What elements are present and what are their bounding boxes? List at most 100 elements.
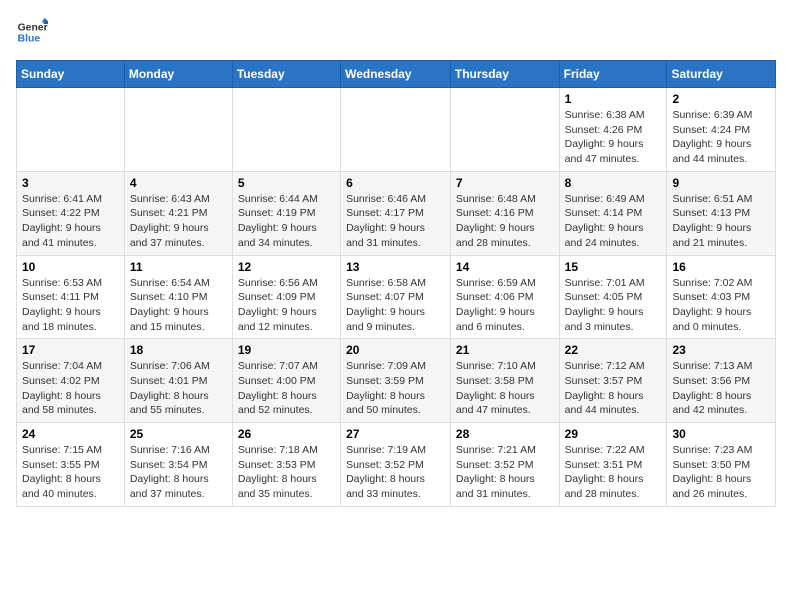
day-cell: 14 Sunrise: 6:59 AM Sunset: 4:06 PM Dayli… <box>450 255 559 339</box>
day-cell: 27 Sunrise: 7:19 AM Sunset: 3:52 PM Dayli… <box>341 423 451 507</box>
day-info: Sunrise: 6:44 AM Sunset: 4:19 PM Dayligh… <box>238 192 335 251</box>
day-cell <box>232 88 340 172</box>
week-row-2: 3Sunrise: 6:41 AM Sunset: 4:22 PM Daylig… <box>17 171 776 255</box>
calendar-table: SundayMondayTuesdayWednesdayThursdayFrid… <box>16 60 776 507</box>
day-info: Sunrise: 7:18 AM Sunset: 3:53 PM Dayligh… <box>238 443 335 502</box>
day-cell: 9 Sunrise: 6:51 AM Sunset: 4:13 PM Daylig… <box>667 171 776 255</box>
day-cell: 6Sunrise: 6:46 AM Sunset: 4:17 PM Daylig… <box>341 171 451 255</box>
logo: General Blue <box>16 16 48 48</box>
day-cell: 20 Sunrise: 7:09 AM Sunset: 3:59 PM Dayli… <box>341 339 451 423</box>
day-info: Sunrise: 6:38 AM Sunset: 4:26 PM Dayligh… <box>565 108 662 167</box>
day-cell: 28 Sunrise: 7:21 AM Sunset: 3:52 PM Dayli… <box>450 423 559 507</box>
day-cell: 10 Sunrise: 6:53 AM Sunset: 4:11 PM Dayli… <box>17 255 125 339</box>
logo-icon: General Blue <box>16 16 48 48</box>
day-number: 30 <box>672 427 770 441</box>
column-header-monday: Monday <box>124 61 232 88</box>
day-info: Sunrise: 6:59 AM Sunset: 4:06 PM Dayligh… <box>456 276 554 335</box>
day-cell: 19 Sunrise: 7:07 AM Sunset: 4:00 PM Dayli… <box>232 339 340 423</box>
day-number: 27 <box>346 427 445 441</box>
day-info: Sunrise: 6:41 AM Sunset: 4:22 PM Dayligh… <box>22 192 119 251</box>
column-header-thursday: Thursday <box>450 61 559 88</box>
day-info: Sunrise: 7:13 AM Sunset: 3:56 PM Dayligh… <box>672 359 770 418</box>
day-cell: 3Sunrise: 6:41 AM Sunset: 4:22 PM Daylig… <box>17 171 125 255</box>
day-info: Sunrise: 6:51 AM Sunset: 4:13 PM Dayligh… <box>672 192 770 251</box>
day-number: 28 <box>456 427 554 441</box>
day-number: 10 <box>22 260 119 274</box>
day-cell <box>450 88 559 172</box>
day-number: 16 <box>672 260 770 274</box>
day-number: 11 <box>130 260 227 274</box>
day-cell <box>17 88 125 172</box>
day-cell: 23 Sunrise: 7:13 AM Sunset: 3:56 PM Dayli… <box>667 339 776 423</box>
day-cell: 21Sunrise: 7:10 AM Sunset: 3:58 PM Dayli… <box>450 339 559 423</box>
day-number: 21 <box>456 343 554 357</box>
day-info: Sunrise: 7:22 AM Sunset: 3:51 PM Dayligh… <box>565 443 662 502</box>
column-header-saturday: Saturday <box>667 61 776 88</box>
day-number: 22 <box>565 343 662 357</box>
day-cell: 5 Sunrise: 6:44 AM Sunset: 4:19 PM Daylig… <box>232 171 340 255</box>
svg-text:Blue: Blue <box>18 34 41 45</box>
header-row: SundayMondayTuesdayWednesdayThursdayFrid… <box>17 61 776 88</box>
day-info: Sunrise: 7:09 AM Sunset: 3:59 PM Dayligh… <box>346 359 445 418</box>
day-info: Sunrise: 7:07 AM Sunset: 4:00 PM Dayligh… <box>238 359 335 418</box>
day-cell: 4Sunrise: 6:43 AM Sunset: 4:21 PM Daylig… <box>124 171 232 255</box>
day-number: 1 <box>565 92 662 106</box>
day-cell: 26 Sunrise: 7:18 AM Sunset: 3:53 PM Dayli… <box>232 423 340 507</box>
day-number: 25 <box>130 427 227 441</box>
column-header-sunday: Sunday <box>17 61 125 88</box>
day-info: Sunrise: 7:19 AM Sunset: 3:52 PM Dayligh… <box>346 443 445 502</box>
day-info: Sunrise: 6:54 AM Sunset: 4:10 PM Dayligh… <box>130 276 227 335</box>
day-number: 8 <box>565 176 662 190</box>
header: General Blue <box>16 16 776 48</box>
day-cell: 18 Sunrise: 7:06 AM Sunset: 4:01 PM Dayli… <box>124 339 232 423</box>
day-cell: 11 Sunrise: 6:54 AM Sunset: 4:10 PM Dayli… <box>124 255 232 339</box>
day-cell: 17Sunrise: 7:04 AM Sunset: 4:02 PM Dayli… <box>17 339 125 423</box>
day-cell: 1 Sunrise: 6:38 AM Sunset: 4:26 PM Daylig… <box>559 88 667 172</box>
day-number: 5 <box>238 176 335 190</box>
day-cell: 24 Sunrise: 7:15 AM Sunset: 3:55 PM Dayli… <box>17 423 125 507</box>
day-number: 13 <box>346 260 445 274</box>
day-number: 4 <box>130 176 227 190</box>
day-cell: 8 Sunrise: 6:49 AM Sunset: 4:14 PM Daylig… <box>559 171 667 255</box>
day-cell: 22 Sunrise: 7:12 AM Sunset: 3:57 PM Dayli… <box>559 339 667 423</box>
day-number: 12 <box>238 260 335 274</box>
day-info: Sunrise: 6:46 AM Sunset: 4:17 PM Dayligh… <box>346 192 445 251</box>
day-number: 15 <box>565 260 662 274</box>
column-header-wednesday: Wednesday <box>341 61 451 88</box>
day-info: Sunrise: 6:53 AM Sunset: 4:11 PM Dayligh… <box>22 276 119 335</box>
day-cell <box>341 88 451 172</box>
day-info: Sunrise: 7:06 AM Sunset: 4:01 PM Dayligh… <box>130 359 227 418</box>
column-header-tuesday: Tuesday <box>232 61 340 88</box>
day-info: Sunrise: 6:56 AM Sunset: 4:09 PM Dayligh… <box>238 276 335 335</box>
day-cell: 30 Sunrise: 7:23 AM Sunset: 3:50 PM Dayli… <box>667 423 776 507</box>
day-info: Sunrise: 6:39 AM Sunset: 4:24 PM Dayligh… <box>672 108 770 167</box>
day-number: 19 <box>238 343 335 357</box>
day-number: 18 <box>130 343 227 357</box>
day-info: Sunrise: 6:49 AM Sunset: 4:14 PM Dayligh… <box>565 192 662 251</box>
day-cell: 16 Sunrise: 7:02 AM Sunset: 4:03 PM Dayli… <box>667 255 776 339</box>
day-cell: 15Sunrise: 7:01 AM Sunset: 4:05 PM Dayli… <box>559 255 667 339</box>
day-cell: 12 Sunrise: 6:56 AM Sunset: 4:09 PM Dayli… <box>232 255 340 339</box>
day-info: Sunrise: 6:48 AM Sunset: 4:16 PM Dayligh… <box>456 192 554 251</box>
day-number: 17 <box>22 343 119 357</box>
day-number: 14 <box>456 260 554 274</box>
day-number: 26 <box>238 427 335 441</box>
svg-text:General: General <box>18 22 48 33</box>
day-cell: 25 Sunrise: 7:16 AM Sunset: 3:54 PM Dayli… <box>124 423 232 507</box>
day-cell: 7Sunrise: 6:48 AM Sunset: 4:16 PM Daylig… <box>450 171 559 255</box>
day-number: 20 <box>346 343 445 357</box>
day-info: Sunrise: 7:15 AM Sunset: 3:55 PM Dayligh… <box>22 443 119 502</box>
day-info: Sunrise: 7:21 AM Sunset: 3:52 PM Dayligh… <box>456 443 554 502</box>
day-cell: 2Sunrise: 6:39 AM Sunset: 4:24 PM Daylig… <box>667 88 776 172</box>
day-cell: 29Sunrise: 7:22 AM Sunset: 3:51 PM Dayli… <box>559 423 667 507</box>
day-cell <box>124 88 232 172</box>
day-info: Sunrise: 7:16 AM Sunset: 3:54 PM Dayligh… <box>130 443 227 502</box>
day-number: 9 <box>672 176 770 190</box>
day-info: Sunrise: 7:12 AM Sunset: 3:57 PM Dayligh… <box>565 359 662 418</box>
day-info: Sunrise: 7:02 AM Sunset: 4:03 PM Dayligh… <box>672 276 770 335</box>
day-cell: 13Sunrise: 6:58 AM Sunset: 4:07 PM Dayli… <box>341 255 451 339</box>
day-number: 24 <box>22 427 119 441</box>
week-row-4: 17Sunrise: 7:04 AM Sunset: 4:02 PM Dayli… <box>17 339 776 423</box>
day-info: Sunrise: 7:23 AM Sunset: 3:50 PM Dayligh… <box>672 443 770 502</box>
day-number: 23 <box>672 343 770 357</box>
